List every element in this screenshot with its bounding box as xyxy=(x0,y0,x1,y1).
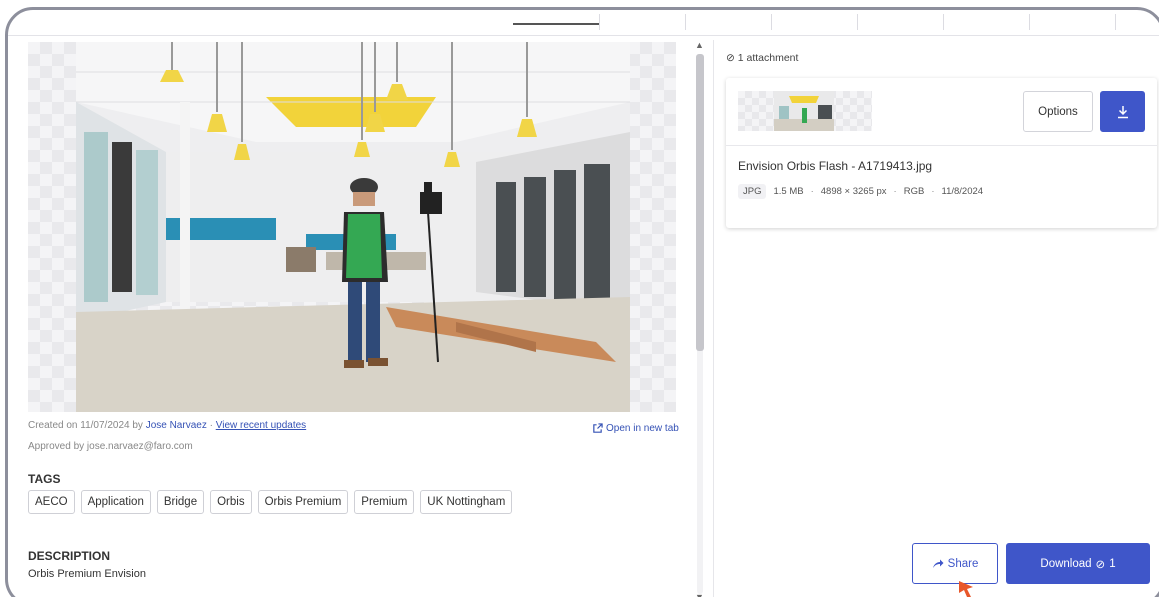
approved-by: Approved by jose.narvaez@faro.com xyxy=(28,441,193,452)
tag-chip[interactable]: Bridge xyxy=(156,490,205,514)
tab-separator xyxy=(1029,14,1030,30)
file-size: 1.5 MB xyxy=(773,186,804,197)
tag-chip[interactable]: AECO xyxy=(28,490,75,514)
share-arrow-icon xyxy=(932,559,944,568)
tag-list: AECO Application Bridge Orbis Orbis Prem… xyxy=(28,490,513,514)
tag-chip[interactable]: Premium xyxy=(354,490,415,514)
info-separator: · xyxy=(810,186,814,197)
file-type-badge: JPG xyxy=(738,184,767,199)
tag-chip[interactable]: Orbis Premium xyxy=(257,490,349,514)
active-tab-indicator xyxy=(513,23,599,25)
file-date: 11/8/2024 xyxy=(941,186,984,197)
paperclip-icon: ⊘ xyxy=(726,52,735,64)
tab-separator xyxy=(599,14,600,30)
tab-separator xyxy=(857,14,858,30)
share-button[interactable]: Share xyxy=(912,543,998,584)
download-button[interactable]: Download ⊘ 1 xyxy=(1006,543,1150,584)
description-text: Orbis Premium Envision xyxy=(28,568,146,580)
scroll-down-icon[interactable]: ▼ xyxy=(695,592,704,597)
tab-separator xyxy=(685,14,686,30)
attachment-thumbnail-image xyxy=(774,91,834,131)
download-label: Download xyxy=(1040,557,1092,570)
open-in-new-tab-link[interactable]: Open in new tab xyxy=(592,423,679,434)
attachment-card: Options Envision Orbis Flash - A1719413.… xyxy=(726,78,1157,228)
tag-chip[interactable]: UK Nottingham xyxy=(420,490,513,514)
scroll-up-icon[interactable]: ▲ xyxy=(695,40,704,50)
tag-chip[interactable]: Orbis xyxy=(210,490,252,514)
download-icon xyxy=(1117,105,1128,118)
scroll-thumb[interactable] xyxy=(696,54,704,351)
options-button[interactable]: Options xyxy=(1023,91,1093,132)
mouse-cursor-icon xyxy=(959,581,973,597)
view-recent-updates-link[interactable]: View recent updates xyxy=(216,420,306,431)
attachments-panel: ⊘ 1 attachment Options Envision Orbis Fl… xyxy=(713,40,1159,597)
created-prefix: Created on 11/07/2024 by xyxy=(28,420,143,431)
tags-heading: TAGS xyxy=(28,472,61,486)
asset-detail-panel: Created on 11/07/2024 by Jose Narvaez · … xyxy=(26,40,686,597)
attachment-thumbnail[interactable] xyxy=(738,91,872,131)
tab-separator xyxy=(771,14,772,30)
info-separator: · xyxy=(931,186,935,197)
created-info: Created on 11/07/2024 by Jose Narvaez · … xyxy=(28,420,306,431)
attachment-count: ⊘ 1 attachment xyxy=(726,52,798,64)
attachment-filename: Envision Orbis Flash - A1719413.jpg xyxy=(738,159,933,173)
file-color-mode: RGB xyxy=(903,186,925,197)
card-divider xyxy=(726,145,1157,146)
file-dimensions: 4898 × 3265 px xyxy=(820,186,887,197)
external-link-icon xyxy=(593,423,603,433)
top-tab-strip xyxy=(8,10,1159,36)
tab-separator xyxy=(1115,14,1116,30)
open-in-new-tab-label: Open in new tab xyxy=(606,423,679,434)
attachment-count-label: 1 attachment xyxy=(737,52,799,64)
left-panel-scrollbar[interactable]: ▲ ▼ xyxy=(694,40,706,597)
tag-chip[interactable]: Application xyxy=(80,490,151,514)
description-heading: DESCRIPTION xyxy=(28,549,111,563)
created-by-user-link[interactable]: Jose Narvaez xyxy=(146,420,207,431)
tab-separator xyxy=(943,14,944,30)
image-preview[interactable] xyxy=(28,42,676,412)
share-label: Share xyxy=(947,557,979,570)
download-count: 1 xyxy=(1109,557,1116,570)
attachment-file-info: JPG 1.5 MB · 4898 × 3265 px · RGB · 11/8… xyxy=(738,184,983,199)
info-separator: · xyxy=(893,186,897,197)
download-attachment-button[interactable] xyxy=(1100,91,1145,132)
paperclip-icon: ⊘ xyxy=(1095,558,1106,571)
construction-site-photo[interactable] xyxy=(76,42,630,412)
meta-separator: · xyxy=(209,420,213,431)
window-frame: Created on 11/07/2024 by Jose Narvaez · … xyxy=(5,7,1159,597)
